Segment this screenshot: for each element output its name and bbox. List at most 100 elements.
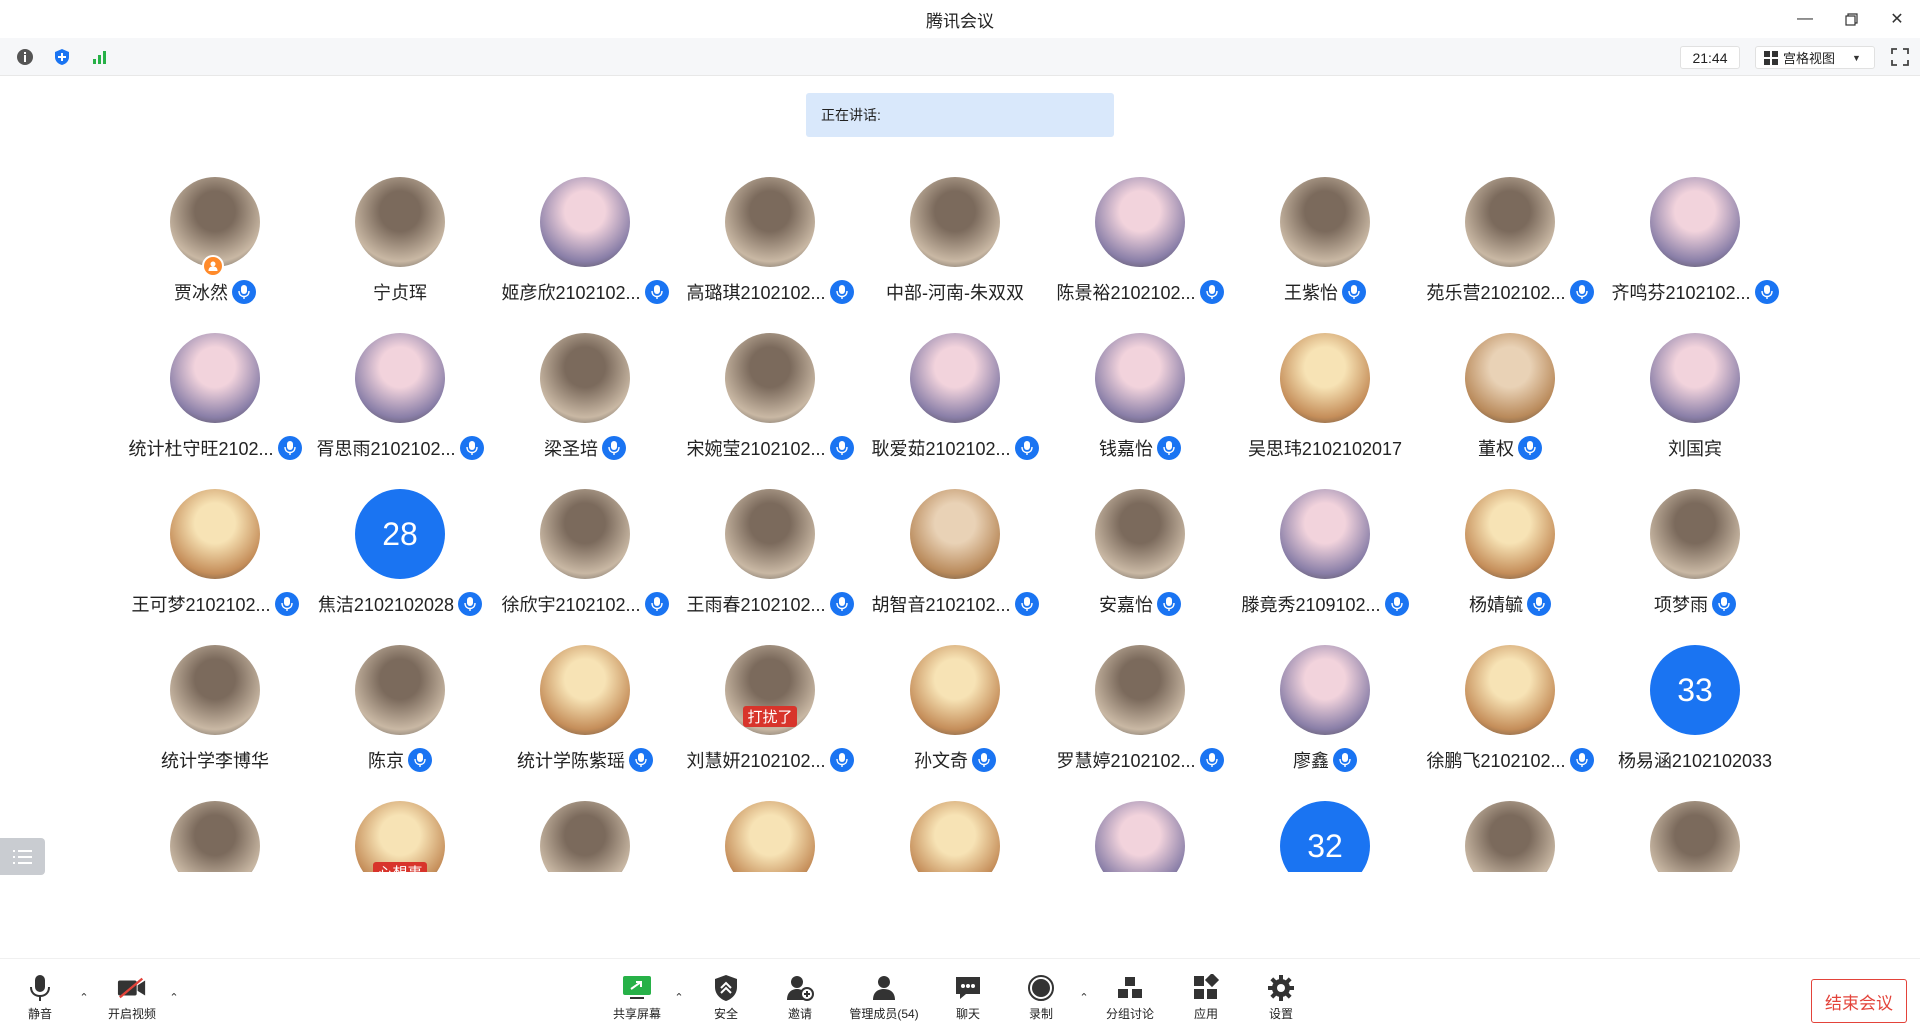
settings-button[interactable]: 设置 [1246, 973, 1316, 1023]
participant-tile[interactable]: 中部-河南-朱双双 [860, 177, 1050, 317]
security-button[interactable]: 安全 [691, 973, 761, 1023]
invite-button[interactable]: 邀请 [765, 973, 835, 1023]
participant-tile[interactable]: 王可梦2102102... [120, 489, 310, 629]
participant-tile[interactable]: 梁圣培 [490, 333, 680, 473]
breakout-button[interactable]: 分组讨论 [1095, 973, 1165, 1023]
participant-name-row: 齐鸣芬2102102... [1600, 279, 1790, 305]
microphone-icon [829, 748, 854, 772]
participant-tile[interactable]: 统计杜守旺2102... [120, 333, 310, 473]
microphone-icon [458, 592, 483, 616]
participant-tile[interactable]: 统计学李博华 [120, 645, 310, 785]
participant-tile[interactable]: 董权 [1415, 333, 1605, 473]
participant-tile[interactable]: 徐欣宇2102102... [490, 489, 680, 629]
avatar [1650, 177, 1740, 267]
participant-tile[interactable]: 胥思雨2102102... [305, 333, 495, 473]
participant-name: 王紫怡 [1284, 283, 1338, 303]
microphone-icon [602, 436, 626, 460]
avatar [1280, 333, 1370, 423]
participant-name-row: 王可梦2102102... [120, 591, 310, 617]
participant-tile[interactable]: 贾冰然 [120, 177, 310, 317]
participant-tile[interactable]: 陈景裕2102102... [1045, 177, 1235, 317]
participant-tile[interactable]: 王雨春2102102... [675, 489, 865, 629]
side-list-toggle[interactable] [0, 838, 45, 875]
participant-tile[interactable]: 胡智音2102102... [860, 489, 1050, 629]
participant-tile[interactable]: 心想事 [305, 801, 495, 872]
video-options-chevron-icon[interactable]: ⌃ [166, 989, 182, 1005]
chat-button[interactable]: 聊天 [933, 973, 1003, 1023]
participant-tile[interactable]: 宁贞珲 [305, 177, 495, 317]
participant-name-row: 吴思玮2102102017 [1230, 435, 1420, 461]
microphone-icon [408, 748, 432, 772]
participant-tile[interactable]: 杨婧毓 [1415, 489, 1605, 629]
end-meeting-button[interactable]: 结束会议 [1811, 979, 1907, 1023]
participant-name: 王可梦2102102... [131, 595, 271, 615]
participant-tile[interactable]: 姬彦欣2102102... [490, 177, 680, 317]
mute-button[interactable]: 静音 [5, 973, 75, 1023]
participant-tile[interactable]: 孙文奇 [860, 645, 1050, 785]
avatar [355, 645, 445, 735]
participant-tile[interactable]: 罗慧婷2102102... [1045, 645, 1235, 785]
participant-tile[interactable]: 32 [1230, 801, 1420, 872]
participant-tile[interactable] [120, 801, 310, 872]
participant-tile[interactable]: 28 焦洁2102102028 [305, 489, 495, 629]
participant-tile[interactable] [490, 801, 680, 872]
record-options-chevron-icon[interactable]: ⌃ [1076, 989, 1092, 1005]
participant-tile[interactable]: 高璐琪2102102... [675, 177, 865, 317]
avatar [1465, 333, 1555, 423]
participant-tile[interactable]: 齐鸣芬2102102... [1600, 177, 1790, 317]
participant-tile[interactable]: 徐鹏飞2102102... [1415, 645, 1605, 785]
chat-bubble-icon [953, 973, 983, 1003]
participant-name: 胡智音2102102... [871, 595, 1011, 615]
participant-tile[interactable] [860, 801, 1050, 872]
participant-tile[interactable]: 耿爱茹2102102... [860, 333, 1050, 473]
start-video-button[interactable]: 开启视频 [97, 973, 167, 1023]
participant-tile[interactable]: 宋婉莹2102102... [675, 333, 865, 473]
participant-tile[interactable]: 安嘉怡 [1045, 489, 1235, 629]
participant-name: 宋婉莹2102102... [686, 439, 826, 459]
record-label: 录制 [1028, 1007, 1053, 1021]
participant-name-row: 杨易涵2102102033 [1600, 747, 1790, 773]
participant-tile[interactable] [1045, 801, 1235, 872]
participant-tile[interactable]: 统计学陈紫瑶 [490, 645, 680, 785]
participant-name-row: 钱嘉怡 [1045, 435, 1235, 461]
avatar [540, 645, 630, 735]
participant-tile[interactable]: 项梦雨 [1600, 489, 1790, 629]
avatar [170, 333, 260, 423]
participant-name: 统计学陈紫瑶 [517, 751, 625, 771]
manage-members-button[interactable]: 管理成员(54) [849, 973, 919, 1023]
share-screen-button[interactable]: 共享屏幕 [602, 973, 672, 1023]
participant-tile[interactable]: 刘国宾 [1600, 333, 1790, 473]
participant-name: 陈景裕2102102... [1056, 283, 1196, 303]
microphone-icon [1527, 592, 1551, 616]
participant-tile[interactable]: 滕竟秀2109102... [1230, 489, 1420, 629]
participant-tile[interactable]: 钱嘉怡 [1045, 333, 1235, 473]
avatar [1280, 645, 1370, 735]
apps-icon [1191, 973, 1221, 1003]
avatar-overlay-text: 心想事 [373, 862, 427, 872]
participant-tile[interactable] [675, 801, 865, 872]
participant-name: 中部-河南-朱双双 [886, 283, 1024, 303]
participant-tile[interactable] [1415, 801, 1605, 872]
participant-tile[interactable]: 陈京 [305, 645, 495, 785]
microphone-icon [1518, 436, 1542, 460]
participant-name: 刘慧妍2102102... [686, 751, 826, 771]
record-button[interactable]: 录制 [1006, 973, 1076, 1023]
participant-tile[interactable]: 廖鑫 [1230, 645, 1420, 785]
apps-button[interactable]: 应用 [1171, 973, 1241, 1023]
share-options-chevron-icon[interactable]: ⌃ [671, 989, 687, 1005]
avatar [1095, 177, 1185, 267]
participant-name: 梁圣培 [544, 439, 598, 459]
participant-name: 王雨春2102102... [686, 595, 826, 615]
microphone-icon [1569, 748, 1594, 772]
avatar-overlay-text: 打扰了 [743, 706, 797, 727]
participant-tile[interactable]: 打扰了刘慧妍2102102... [675, 645, 865, 785]
participant-tile[interactable]: 苑乐营2102102... [1415, 177, 1605, 317]
participant-tile[interactable]: 王紫怡 [1230, 177, 1420, 317]
participant-name: 胥思雨2102102... [316, 439, 456, 459]
participant-tile[interactable]: 吴思玮2102102017 [1230, 333, 1420, 473]
participant-tile[interactable] [1600, 801, 1790, 872]
participant-tile[interactable]: 33 杨易涵2102102033 [1600, 645, 1790, 785]
participant-name: 高璐琪2102102... [686, 283, 826, 303]
mute-options-chevron-icon[interactable]: ⌃ [76, 989, 92, 1005]
participant-name: 杨婧毓 [1469, 595, 1523, 615]
